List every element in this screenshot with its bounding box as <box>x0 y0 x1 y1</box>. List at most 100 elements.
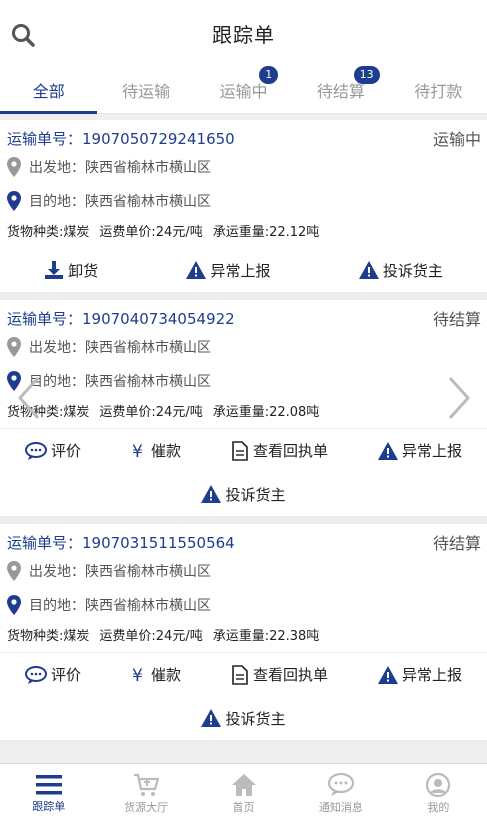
destination-row: 目的地：陕西省榆林市横山区 <box>0 364 487 398</box>
tab-label: 全部 <box>32 81 65 101</box>
action-label: 投诉货主 <box>225 485 286 504</box>
tab-label: 运输中 <box>219 81 268 101</box>
home-icon <box>231 773 256 796</box>
svg-text:¥: ¥ <box>132 666 143 684</box>
status-tabs: 全部 待运输 运输中 1 待结算 13 待打款 <box>0 66 487 114</box>
destination-text: 目的地：陕西省榆林市横山区 <box>29 598 211 614</box>
nav-notifications[interactable]: 通知消息 <box>292 764 389 823</box>
urge-payment-button[interactable]: ¥ 催款 <box>131 664 181 685</box>
message-icon <box>327 772 355 796</box>
count-badge: 1 <box>259 66 279 84</box>
destination-row: 目的地：陕西省榆林市横山区 <box>0 184 487 218</box>
destination-text: 目的地：陕西省榆林市横山区 <box>29 374 211 390</box>
complain-shipper-button[interactable]: 投诉货主 <box>201 708 286 729</box>
action-label: 查看回执单 <box>252 666 328 684</box>
action-label: 异常上报 <box>401 442 462 460</box>
view-receipt-button[interactable]: 查看回执单 <box>231 440 328 461</box>
tab-pending-transport[interactable]: 待运输 <box>97 66 194 113</box>
tab-pending-settlement[interactable]: 待结算 13 <box>292 66 389 113</box>
origin-text: 出发地：陕西省榆林市横山区 <box>29 160 211 176</box>
search-icon[interactable] <box>10 22 36 48</box>
warning-icon <box>201 709 222 727</box>
location-pin-icon <box>7 157 21 177</box>
action-label: 催款 <box>150 666 181 684</box>
cargo-info: 货物种类:煤炭 运费单价:24元/吨 承运重量:22.38吨 <box>0 622 487 646</box>
complain-shipper-button[interactable]: 投诉货主 <box>201 484 286 505</box>
status-badge: 运输中 <box>432 130 481 149</box>
nav-label: 跟踪单 <box>32 799 66 813</box>
nav-home[interactable]: 首页 <box>195 764 292 823</box>
location-pin-icon <box>7 561 21 581</box>
yen-icon: ¥ <box>132 442 143 460</box>
tab-all[interactable]: 全部 <box>0 66 98 114</box>
tab-pending-payment[interactable]: 待打款 <box>390 66 487 113</box>
tab-label: 待运输 <box>122 81 171 101</box>
download-icon <box>45 261 64 279</box>
action-label: 卸货 <box>68 261 99 280</box>
cart-icon <box>134 773 160 796</box>
status-badge: 待结算 <box>432 534 481 553</box>
warning-icon <box>377 441 398 460</box>
report-exception-button[interactable]: 异常上报 <box>186 260 271 281</box>
tab-label: 待打款 <box>414 81 463 101</box>
document-icon <box>232 664 248 685</box>
nav-cargo-hall[interactable]: 货源大厅 <box>97 764 194 823</box>
warning-icon <box>377 665 398 684</box>
view-receipt-button[interactable]: 查看回执单 <box>231 664 328 685</box>
report-exception-button[interactable]: 异常上报 <box>377 440 462 461</box>
nav-label: 我的 <box>427 800 450 814</box>
chevron-left-icon[interactable] <box>16 375 42 421</box>
yen-icon: ¥ <box>132 666 143 684</box>
order-number: 运输单号：1907031511550564 <box>7 533 235 552</box>
nav-label: 货源大厅 <box>124 800 169 814</box>
freight-price: 运费单价:24元/吨 <box>99 628 203 644</box>
bottom-nav: 跟踪单 货源大厅 首页 通知消息 我的 <box>0 763 487 823</box>
document-icon <box>232 440 248 461</box>
svg-text:¥: ¥ <box>132 442 143 460</box>
action-label: 催款 <box>150 442 181 460</box>
order-number: 运输单号：1907050729241650 <box>7 129 235 148</box>
app-header: 跟踪单 <box>0 0 487 66</box>
cargo-info: 货物种类:煤炭 运费单价:24元/吨 承运重量:22.12吨 <box>0 218 487 242</box>
menu-icon <box>35 774 62 794</box>
origin-row: 出发地：陕西省榆林市横山区 <box>0 330 487 364</box>
chat-bubble-icon <box>24 441 47 460</box>
location-pin-icon <box>7 337 21 357</box>
complain-shipper-button[interactable]: 投诉货主 <box>358 260 443 281</box>
count-badge: 13 <box>353 66 380 84</box>
report-exception-button[interactable]: 异常上报 <box>377 664 462 685</box>
cargo-info: 货物种类:煤炭 运费单价:24元/吨 承运重量:22.08吨 <box>0 398 487 422</box>
nav-label: 通知消息 <box>318 800 363 814</box>
unload-button[interactable]: 卸货 <box>44 260 98 281</box>
action-label: 查看回执单 <box>252 442 328 460</box>
order-number: 运输单号：1907040734054922 <box>7 309 235 328</box>
warning-icon <box>186 261 207 279</box>
order-card[interactable]: 运输单号：1907050729241650 运输中 出发地：陕西省榆林市横山区 … <box>0 120 487 292</box>
origin-text: 出发地：陕西省榆林市横山区 <box>29 564 211 580</box>
nav-profile[interactable]: 我的 <box>390 764 487 823</box>
action-label: 评价 <box>50 666 81 684</box>
nav-tracking[interactable]: 跟踪单 <box>0 764 97 823</box>
tab-in-transit[interactable]: 运输中 1 <box>195 66 292 113</box>
chevron-right-icon[interactable] <box>446 375 472 421</box>
urge-payment-button[interactable]: ¥ 催款 <box>131 440 181 461</box>
goods-type: 货物种类:煤炭 <box>7 224 90 240</box>
destination-text: 目的地：陕西省榆林市横山区 <box>29 194 211 210</box>
rate-button[interactable]: 评价 <box>24 440 81 461</box>
rate-button[interactable]: 评价 <box>24 664 81 685</box>
location-pin-icon <box>7 595 21 615</box>
freight-price: 运费单价:24元/吨 <box>99 404 203 420</box>
warning-icon <box>201 485 222 503</box>
order-card[interactable]: 运输单号：1907031511550564 待结算 出发地：陕西省榆林市横山区 … <box>0 524 487 740</box>
order-card[interactable]: 运输单号：1907040734054922 待结算 出发地：陕西省榆林市横山区 … <box>0 300 487 516</box>
action-label: 投诉货主 <box>225 709 286 728</box>
action-label: 异常上报 <box>210 261 271 280</box>
location-pin-icon <box>7 191 21 211</box>
status-badge: 待结算 <box>432 310 481 329</box>
action-label: 投诉货主 <box>382 261 443 280</box>
nav-label: 首页 <box>232 800 255 814</box>
origin-row: 出发地：陕西省榆林市横山区 <box>0 150 487 184</box>
destination-row: 目的地：陕西省榆林市横山区 <box>0 588 487 622</box>
cargo-weight: 承运重量:22.38吨 <box>212 628 320 644</box>
page-title: 跟踪单 <box>212 22 275 47</box>
